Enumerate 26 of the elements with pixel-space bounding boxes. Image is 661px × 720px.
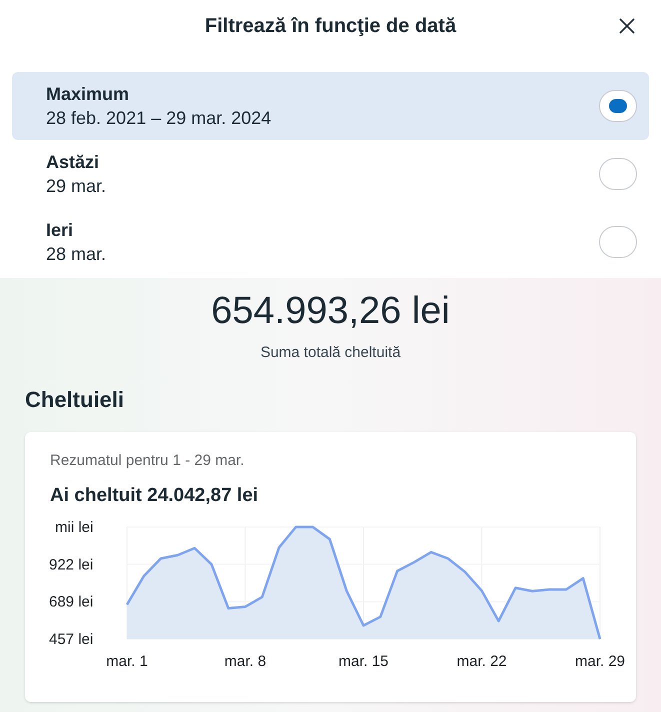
radio-button[interactable] (599, 158, 637, 190)
section-title: Cheltuieli (25, 386, 126, 414)
y-axis-label: 457 lei (49, 630, 94, 648)
summary-spent: Ai cheltuit 24.042,87 lei (50, 484, 260, 508)
x-axis-label: mar. 29 (574, 652, 626, 668)
dialog-title: Filtrează în funcţie de dată (204, 14, 456, 39)
x-axis-label: mar. 22 (456, 652, 507, 668)
option-label: Ieri (46, 219, 74, 242)
close-icon (618, 17, 636, 35)
x-axis-label: mar. 1 (106, 652, 148, 668)
option-label: Maximum (46, 83, 130, 106)
option-range: 28 feb. 2021 – 29 mar. 2024 (46, 107, 272, 130)
option-range: 28 mar. (46, 243, 106, 266)
radio-button[interactable] (599, 90, 637, 122)
option-range: 29 mar. (46, 175, 106, 198)
x-axis-label: mar. 8 (224, 652, 266, 668)
total-amount: 654.993,26 lei (211, 289, 450, 334)
y-axis-label: 689 lei (49, 593, 94, 610)
summary-period: Rezumatul pentru 1 - 29 mar. (50, 450, 246, 470)
y-axis-label: mii lei (55, 518, 94, 536)
x-axis-label: mar. 15 (338, 652, 389, 668)
date-range-option[interactable]: Maximum 28 feb. 2021 – 29 mar. 2024 (12, 72, 649, 140)
option-label: Astăzi (46, 151, 100, 174)
total-caption: Suma totală cheltuită (260, 343, 401, 363)
radio-button[interactable] (599, 226, 637, 258)
y-axis-label: 922 lei (49, 556, 94, 573)
